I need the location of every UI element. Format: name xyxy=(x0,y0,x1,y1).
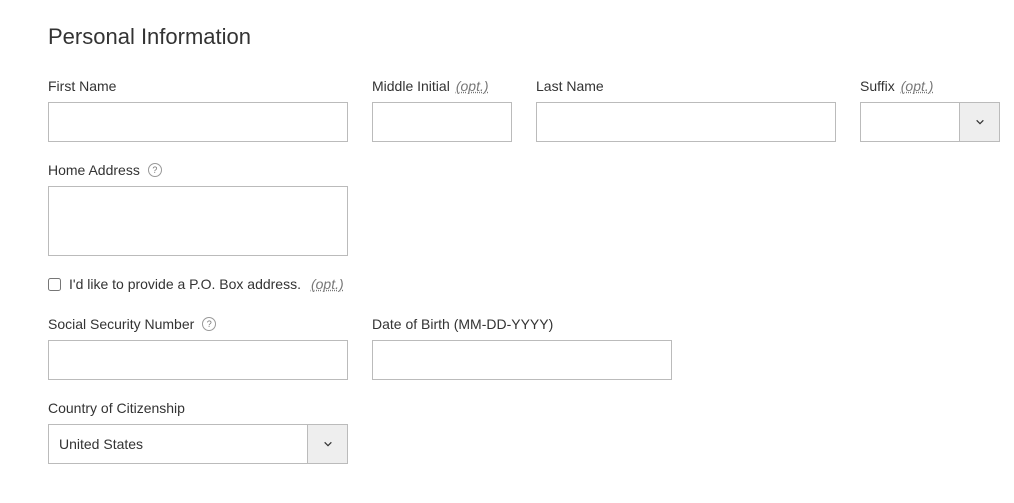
middle-initial-label-text: Middle Initial xyxy=(372,78,450,94)
pobox-optional-marker: (opt.) xyxy=(311,276,344,292)
ssn-field: Social Security Number ? xyxy=(48,316,348,380)
dob-label-text: Date of Birth (MM-DD-YYYY) xyxy=(372,316,553,332)
middle-initial-input[interactable] xyxy=(372,102,512,142)
suffix-label: Suffix (opt.) xyxy=(860,78,1000,94)
middle-initial-field: Middle Initial (opt.) xyxy=(372,78,512,142)
last-name-label: Last Name xyxy=(536,78,836,94)
suffix-field: Suffix (opt.) xyxy=(860,78,1000,142)
country-label: Country of Citizenship xyxy=(48,400,966,416)
suffix-select[interactable] xyxy=(860,102,1000,142)
last-name-input[interactable] xyxy=(536,102,836,142)
first-name-label-text: First Name xyxy=(48,78,116,94)
pobox-checkbox[interactable] xyxy=(48,278,61,291)
country-select[interactable]: United States xyxy=(48,424,348,464)
ssn-help-icon[interactable]: ? xyxy=(202,317,216,331)
pobox-checkbox-label: I'd like to provide a P.O. Box address. xyxy=(69,276,301,292)
home-address-input[interactable] xyxy=(48,186,348,256)
country-label-text: Country of Citizenship xyxy=(48,400,185,416)
section-title: Personal Information xyxy=(48,24,966,50)
country-dropdown-button[interactable] xyxy=(307,425,347,463)
ssn-label: Social Security Number ? xyxy=(48,316,348,332)
name-row: First Name Middle Initial (opt.) Last Na… xyxy=(48,78,966,142)
last-name-label-text: Last Name xyxy=(536,78,604,94)
ssn-label-text: Social Security Number xyxy=(48,316,194,332)
middle-initial-label: Middle Initial (opt.) xyxy=(372,78,512,94)
first-name-label: First Name xyxy=(48,78,348,94)
ssn-input[interactable] xyxy=(48,340,348,380)
first-name-input[interactable] xyxy=(48,102,348,142)
home-address-help-icon[interactable]: ? xyxy=(148,163,162,177)
chevron-down-icon xyxy=(975,117,985,127)
suffix-selected-value xyxy=(861,103,959,141)
first-name-field: First Name xyxy=(48,78,348,142)
ssn-dob-row: Social Security Number ? Date of Birth (… xyxy=(48,316,966,380)
home-address-field: Home Address ? xyxy=(48,162,966,256)
chevron-down-icon xyxy=(323,439,333,449)
pobox-checkbox-row: I'd like to provide a P.O. Box address. … xyxy=(48,276,966,292)
home-address-label-text: Home Address xyxy=(48,162,140,178)
country-selected-value: United States xyxy=(49,425,307,463)
suffix-label-text: Suffix xyxy=(860,78,895,94)
country-field: Country of Citizenship United States xyxy=(48,400,966,464)
home-address-label: Home Address ? xyxy=(48,162,966,178)
middle-initial-optional-marker: (opt.) xyxy=(456,78,489,94)
dob-field: Date of Birth (MM-DD-YYYY) xyxy=(372,316,672,380)
suffix-dropdown-button[interactable] xyxy=(959,103,999,141)
last-name-field: Last Name xyxy=(536,78,836,142)
dob-label: Date of Birth (MM-DD-YYYY) xyxy=(372,316,672,332)
suffix-optional-marker: (opt.) xyxy=(901,78,934,94)
dob-input[interactable] xyxy=(372,340,672,380)
